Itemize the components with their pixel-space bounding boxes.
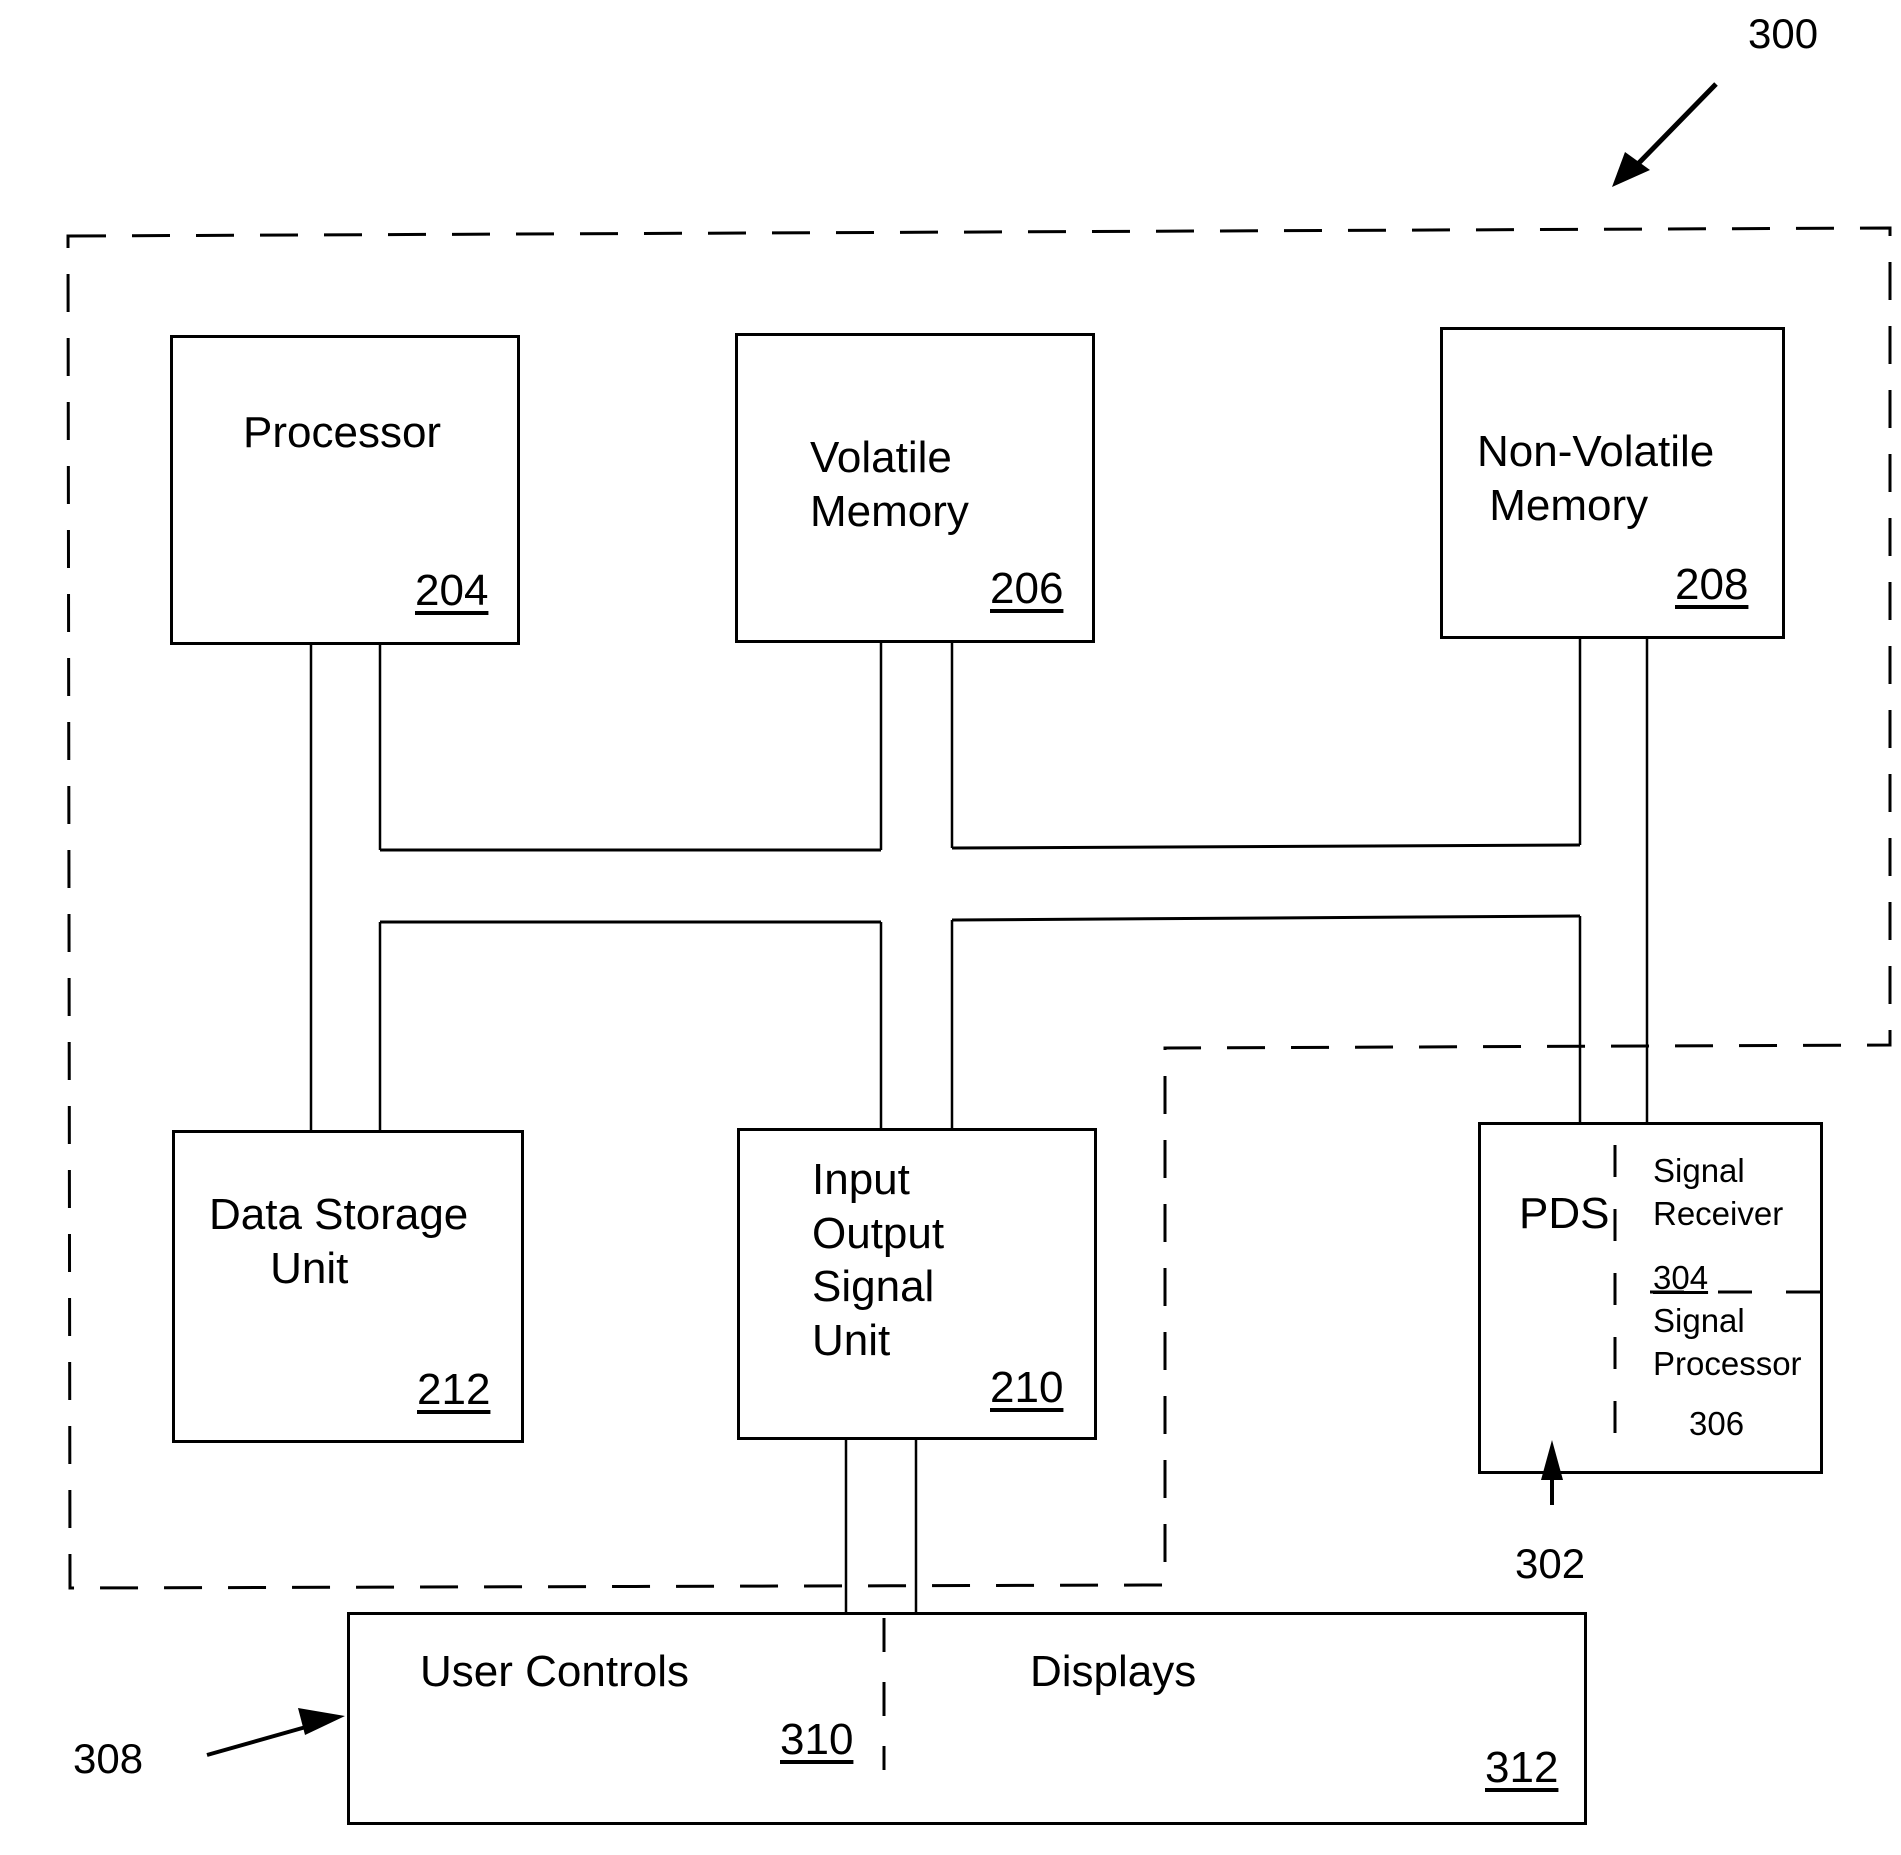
- io-signal-unit-label: Input Output Signal Unit: [812, 1155, 945, 1366]
- user-interface-ref-label: 308: [73, 1735, 144, 1782]
- system-ref-label: 300: [1748, 10, 1819, 57]
- user-controls-ref: 310: [780, 1715, 854, 1764]
- volatile-memory-block: Volatile Memory 206: [735, 333, 1095, 643]
- volatile-memory-ref: 206: [990, 564, 1064, 613]
- io-signal-unit-block: Input Output Signal Unit 210: [737, 1128, 1097, 1440]
- data-storage-block: Data Storage Unit 212: [172, 1130, 524, 1443]
- displays-ref: 312: [1485, 1743, 1559, 1792]
- signal-processor-label: Signal Processor: [1653, 1302, 1802, 1382]
- processor-label: Processor: [243, 408, 442, 457]
- processor-ref: 204: [415, 566, 489, 615]
- user-controls-label: User Controls: [420, 1647, 689, 1696]
- arrow-icon: [1612, 82, 1718, 187]
- diagram-lines: [66, 82, 1892, 1770]
- bus-line: [951, 843, 1581, 850]
- non-volatile-memory-block: Non-Volatile Memory 208: [1440, 327, 1785, 639]
- io-signal-unit-ref: 210: [990, 1363, 1064, 1412]
- arrow-icon: [206, 1708, 345, 1757]
- pds-ref-label: 302: [1515, 1540, 1586, 1587]
- data-storage-label: Data Storage Unit: [209, 1190, 469, 1293]
- non-volatile-memory-ref: 208: [1675, 560, 1749, 609]
- bus-line: [951, 914, 1581, 922]
- processor-block: Processor 204: [170, 335, 520, 645]
- displays-label: Displays: [1030, 1647, 1197, 1696]
- signal-processor-ref: 306: [1689, 1405, 1745, 1442]
- pds-label: PDS: [1519, 1189, 1610, 1238]
- volatile-memory-label: Volatile Memory: [810, 433, 969, 536]
- non-volatile-memory-label: Non-Volatile Memory: [1477, 427, 1715, 530]
- user-interface-block: User Controls 310 Displays 312: [347, 1612, 1587, 1825]
- signal-receiver-label: Signal Receiver: [1653, 1152, 1784, 1232]
- data-storage-ref: 212: [417, 1365, 491, 1414]
- pds-block: PDS Signal Receiver 304 Signal Processor…: [1478, 1122, 1823, 1474]
- signal-receiver-ref: 304: [1653, 1259, 1709, 1296]
